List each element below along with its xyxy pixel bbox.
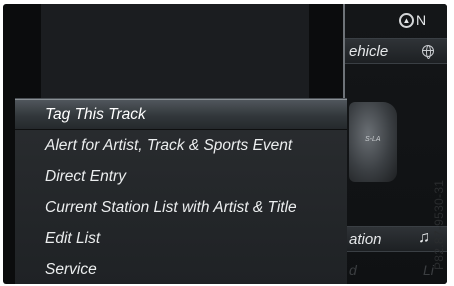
menu-item-edit-list[interactable]: Edit List [15,223,347,254]
vehicle-badge-text: S-LA [365,136,381,143]
vehicle-menu-label: ehicle [349,43,389,60]
background-faint-text: d [349,262,357,278]
compass-heading-label: N [416,12,427,28]
menu-item-label: Direct Entry [45,167,126,185]
menu-item-label: Tag This Track [45,105,146,123]
navigation-compass-icon: ▲ [399,12,414,28]
menu-item-label: Alert for Artist, Track & Sports Event [45,136,293,154]
music-note-icon: ♫ [418,229,430,246]
options-menu: Tag This Track Alert for Artist, Track &… [15,98,347,284]
menu-item-label: Edit List [45,229,101,247]
status-compass: ▲ N [399,10,439,30]
background-content-area [41,4,309,98]
menu-item-alert-for-artist[interactable]: Alert for Artist, Track & Sports Event [15,130,347,161]
globe-icon [422,45,434,59]
menu-item-current-station-list[interactable]: Current Station List with Artist & Title [15,192,347,223]
menu-item-label: Current Station List with Artist & Title [45,198,297,216]
navigation-menu-label: ation [349,231,382,248]
menu-item-service[interactable]: Service [15,254,347,284]
figure-reference-code: P82.87-9530-31 [432,179,446,270]
menu-item-tag-this-track[interactable]: Tag This Track [15,99,347,130]
display-screen: ▲ N ehicle S-LA ation ♫ d Li Tag This Tr… [3,4,447,284]
menu-item-label: Service [45,260,97,278]
menu-item-direct-entry[interactable]: Direct Entry [15,161,347,192]
